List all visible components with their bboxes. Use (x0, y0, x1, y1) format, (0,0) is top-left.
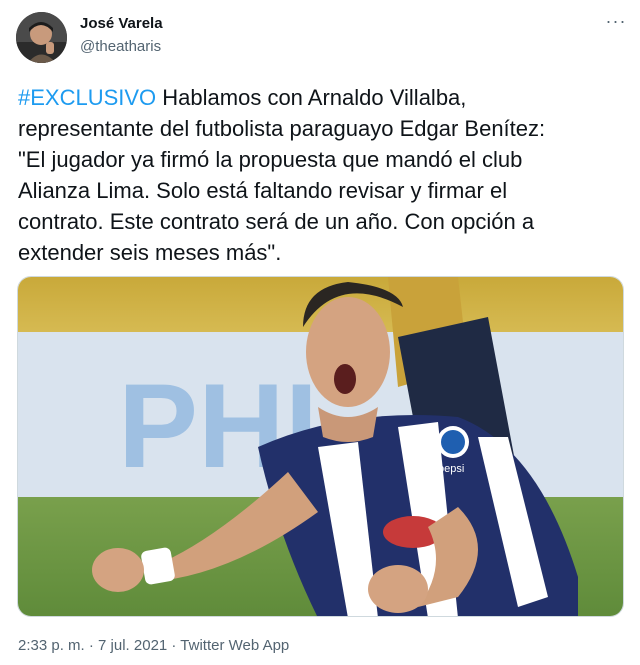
tweet-timestamp[interactable]: 2:33 p. m. · 7 jul. 2021 · Twitter Web A… (18, 637, 289, 654)
photo-illustration: PHI pepsi (18, 277, 623, 616)
tweet-body: Hablamos con Arnaldo Villalba, represent… (18, 85, 546, 265)
tweet-photo[interactable]: PHI pepsi (17, 276, 624, 617)
tweet-card: José Varela @theatharis ··· #EXCLUSIVO H… (0, 0, 640, 665)
avatar[interactable] (16, 12, 67, 63)
avatar-image (16, 12, 67, 63)
hashtag-link[interactable]: #EXCLUSIVO (18, 85, 156, 110)
shirt-sponsor: pepsi (438, 463, 464, 475)
author-name[interactable]: José Varela (80, 15, 163, 32)
tweet-text: #EXCLUSIVO Hablamos con Arnaldo Villalba… (18, 82, 624, 268)
more-options-icon[interactable]: ··· (604, 12, 628, 34)
author-handle[interactable]: @theatharis (80, 38, 161, 55)
